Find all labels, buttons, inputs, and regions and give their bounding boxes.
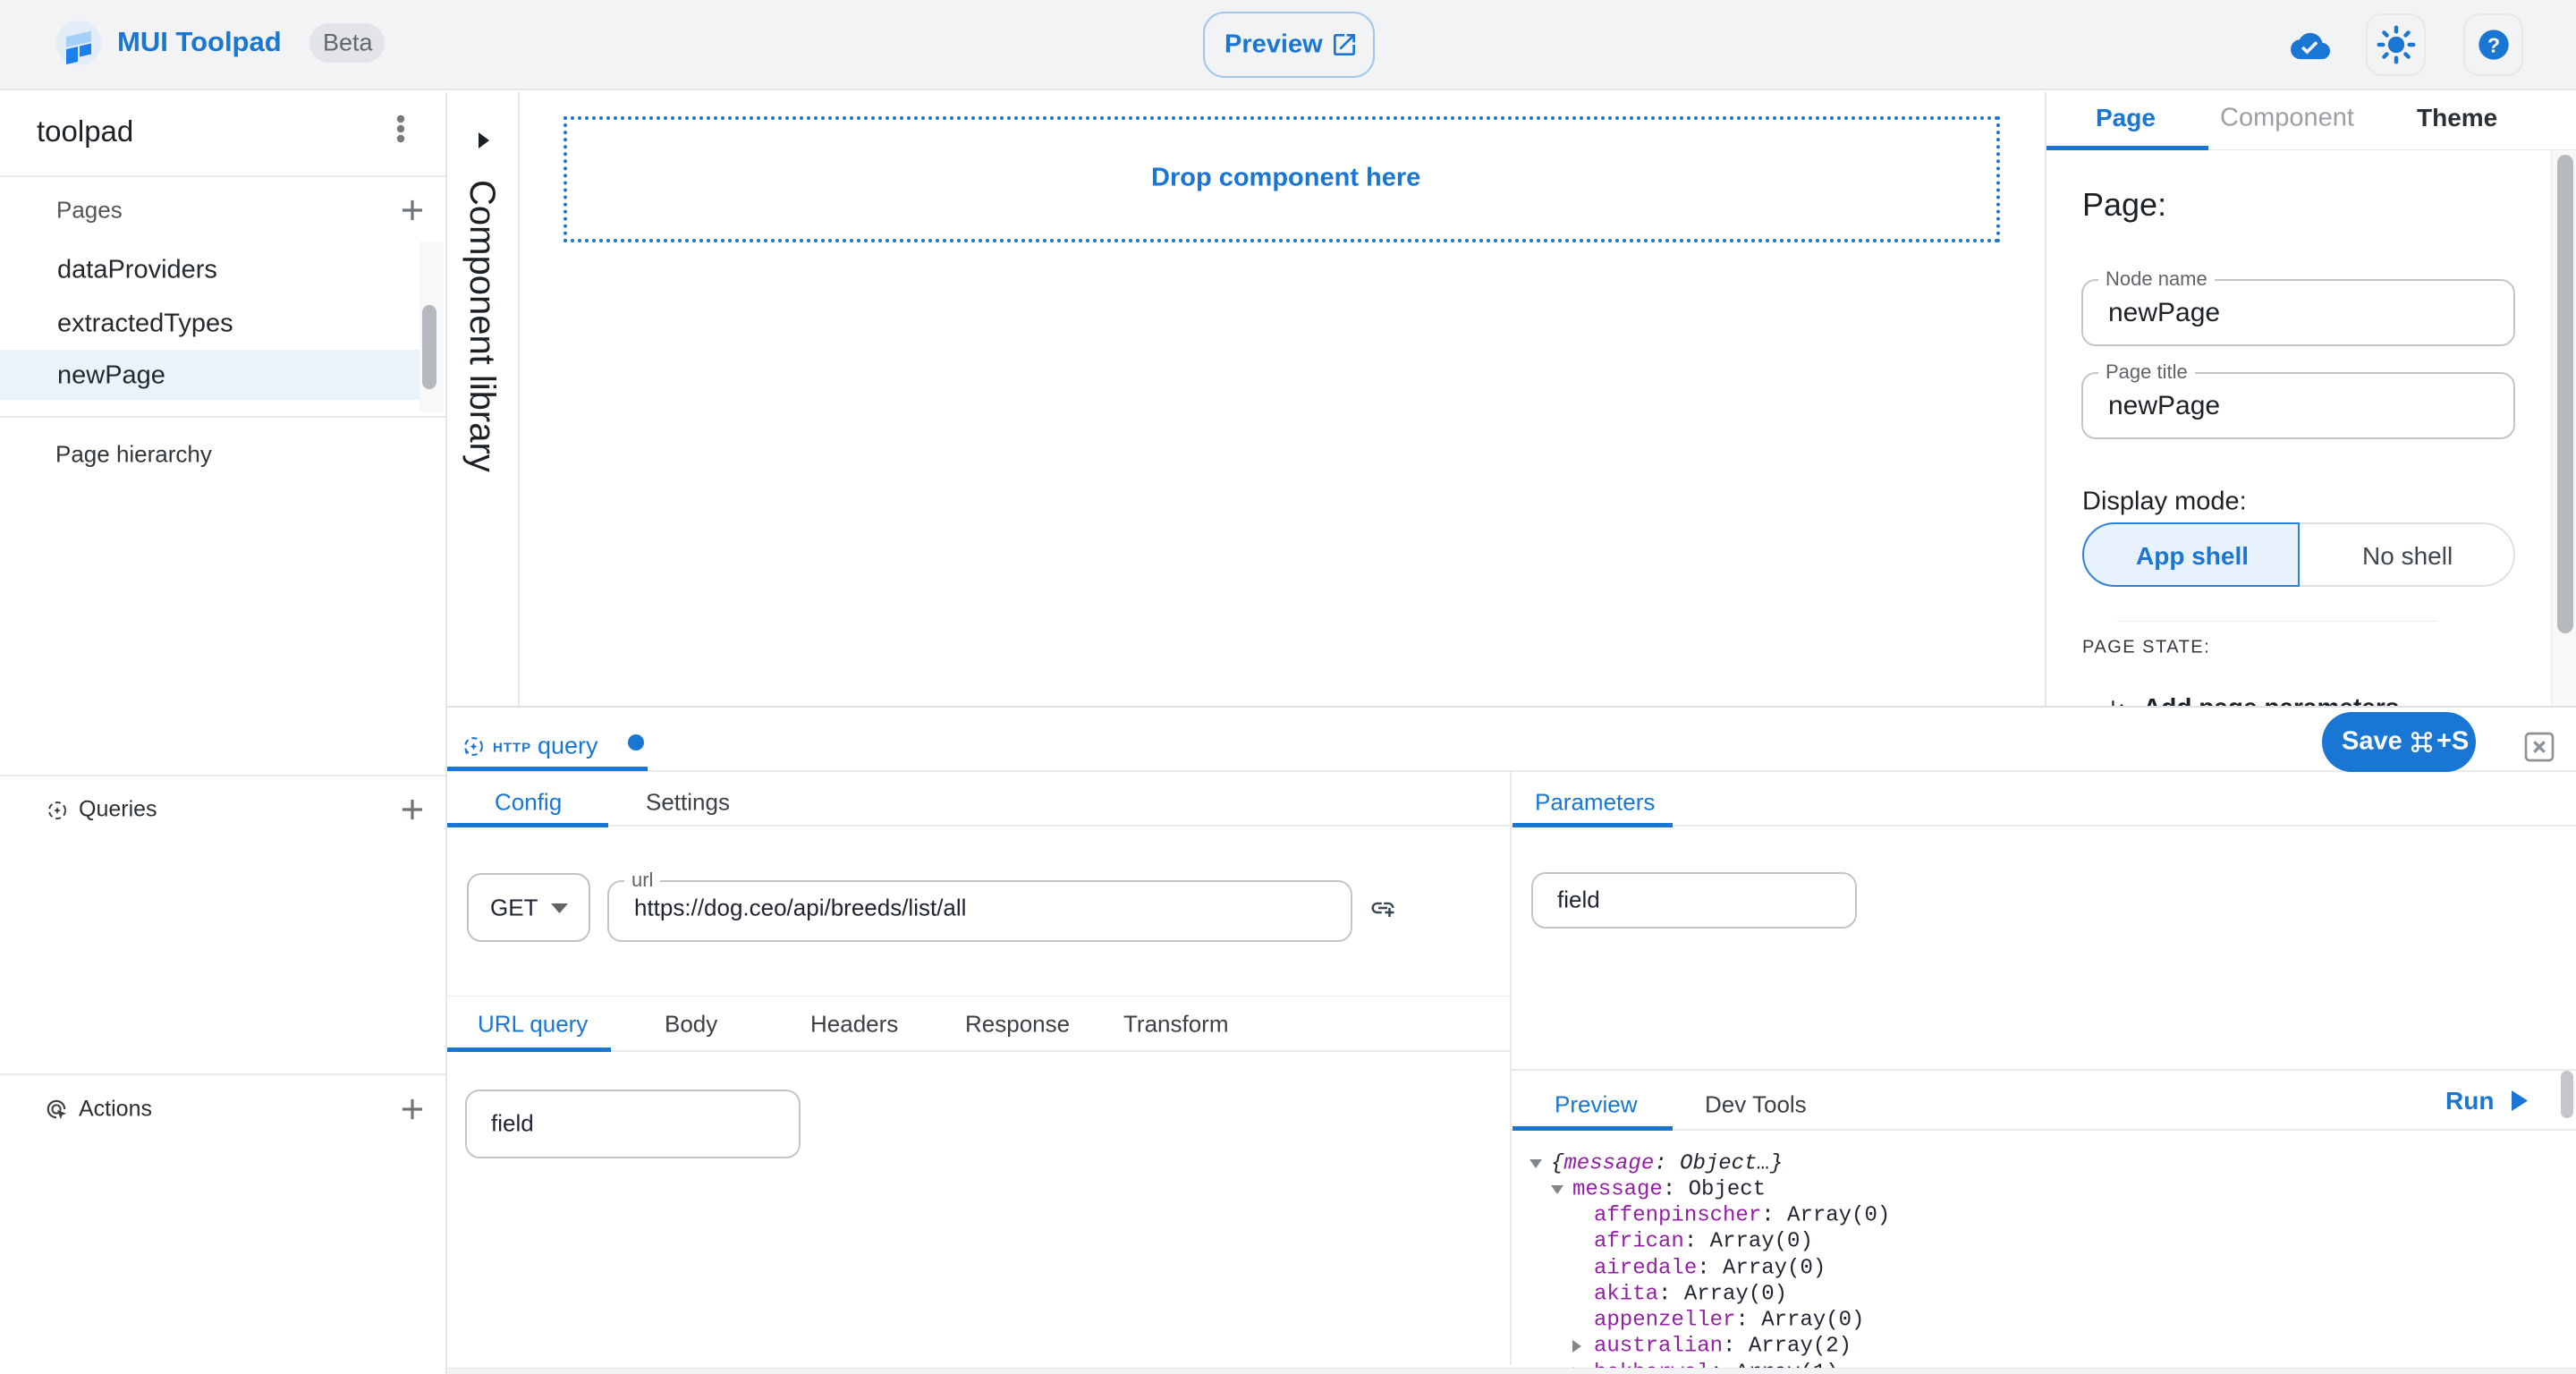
svg-text:?: ? (2487, 34, 2500, 57)
